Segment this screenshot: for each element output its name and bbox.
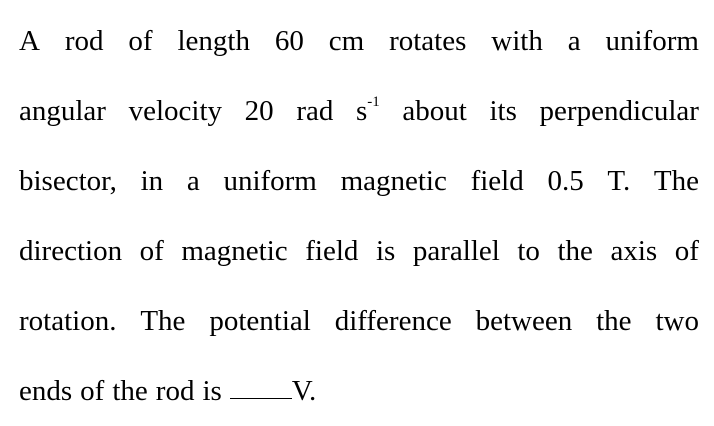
- word: in: [140, 165, 164, 197]
- word: of: [139, 235, 164, 267]
- word: the: [112, 375, 148, 407]
- word: direction: [19, 235, 123, 267]
- word: is: [375, 235, 396, 267]
- answer-blank: [229, 371, 292, 399]
- answer-unit: V.: [291, 375, 317, 407]
- unit-symbol: s: [355, 95, 368, 127]
- word: potential: [209, 305, 311, 337]
- word: uniform: [605, 25, 699, 57]
- word: axis: [610, 235, 658, 267]
- word: the: [557, 235, 593, 267]
- word: perpendicular: [539, 95, 699, 127]
- word: The: [653, 165, 699, 197]
- word: 0.5: [547, 165, 584, 197]
- word: a: [186, 165, 200, 197]
- word: about: [402, 95, 467, 127]
- question-line-2: angular velocity 20 rad s-1 about its pe…: [19, 91, 699, 131]
- word: The: [140, 305, 186, 337]
- question-line-5: rotation. The potential difference betwe…: [19, 301, 699, 341]
- word: magnetic: [181, 235, 288, 267]
- word: is: [202, 375, 222, 407]
- word: rotates: [389, 25, 467, 57]
- word: velocity: [128, 95, 223, 127]
- word: a: [567, 25, 581, 57]
- word: difference: [334, 305, 452, 337]
- question-line-3: bisector, in a uniform magnetic field 0.…: [19, 161, 699, 201]
- word: length: [177, 25, 250, 57]
- question-line-6: ends of the rod is V.: [19, 371, 316, 411]
- word: of: [80, 375, 105, 407]
- word: of: [128, 25, 153, 57]
- word: its: [489, 95, 517, 127]
- word: with: [491, 25, 543, 57]
- word: 60: [274, 25, 304, 57]
- word: angular: [19, 95, 106, 127]
- word: rod: [64, 25, 104, 57]
- unit-exponent: -1: [367, 94, 380, 110]
- word: cm: [328, 25, 365, 57]
- word: A: [19, 25, 40, 57]
- word: rad: [296, 95, 334, 127]
- word: to: [517, 235, 540, 267]
- word: rotation.: [19, 305, 117, 337]
- question-line-4: direction of magnetic field is parallel …: [19, 231, 699, 271]
- word: two: [655, 305, 699, 337]
- word: uniform: [223, 165, 317, 197]
- word: bisector,: [19, 165, 117, 197]
- word: field: [470, 165, 524, 197]
- word: between: [475, 305, 573, 337]
- word: 20: [244, 95, 274, 127]
- word: rod: [155, 375, 195, 407]
- word: the: [596, 305, 632, 337]
- word: parallel: [412, 235, 500, 267]
- word: ends: [19, 375, 73, 407]
- question-line-1: A rod of length 60 cm rotates with a uni…: [19, 21, 699, 61]
- word: magnetic: [340, 165, 447, 197]
- word: T.: [607, 165, 631, 197]
- word: of: [674, 235, 699, 267]
- unit-per-second: s-1: [356, 91, 380, 131]
- word: field: [305, 235, 359, 267]
